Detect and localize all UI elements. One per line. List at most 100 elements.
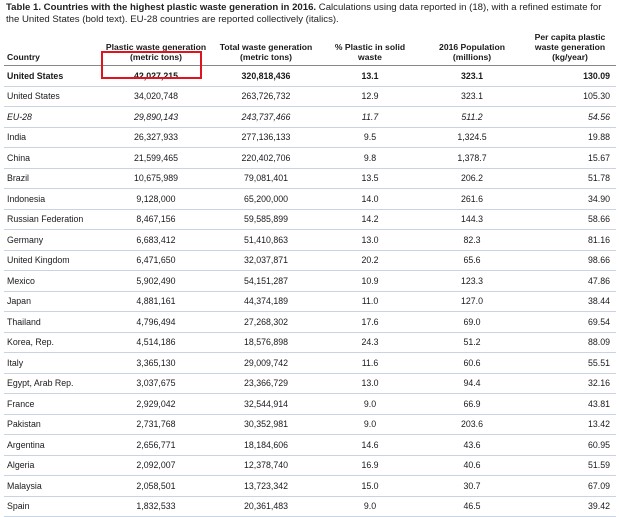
- cell-country: India: [4, 127, 100, 148]
- cell-country: Algeria: [4, 455, 100, 476]
- cell-total-waste: 12,378,740: [212, 455, 320, 476]
- table-row: Italy 3,365,130 29,009,742 11.6 60.6 55.51: [4, 352, 616, 374]
- table-row: Korea, Rep. 4,514,186 18,576,898 24.3 51.2 88…: [4, 332, 616, 353]
- cell-total-waste: 59,585,899: [212, 209, 320, 230]
- cell-percent-plastic: 12.9: [320, 86, 420, 107]
- header-country: Country: [4, 28, 100, 66]
- table-row: Indonesia 9,128,000 65,200,000 14.0 261.6 34.…: [4, 188, 616, 210]
- cell-percent-plastic: 14.0: [320, 188, 420, 210]
- table-row: United States 34,020,748 263,726,732 12.9 32…: [4, 86, 616, 107]
- cell-percent-plastic: 9.0: [320, 414, 420, 435]
- table-row: Spain 1,832,533 20,361,483 9.0 46.5 39.42: [4, 496, 616, 517]
- cell-per-capita: 58.66: [524, 209, 616, 230]
- table-row: United Kingdom 6,471,650 32,037,871 20.2 65.…: [4, 250, 616, 271]
- cell-total-waste: 44,374,189: [212, 291, 320, 312]
- cell-percent-plastic: 9.0: [320, 496, 420, 517]
- cell-total-waste: 79,081,401: [212, 168, 320, 189]
- header-total-waste: Total waste generation (metric tons): [212, 28, 320, 66]
- cell-country: Egypt, Arab Rep.: [4, 373, 100, 394]
- cell-country: Germany: [4, 229, 100, 251]
- cell-plastic-waste: 29,890,143: [100, 106, 212, 128]
- table-row: Japan 4,881,161 44,374,189 11.0 127.0 38.44: [4, 291, 616, 312]
- table-row: Mexico 5,902,490 54,151,287 10.9 123.3 47.86: [4, 270, 616, 292]
- cell-population: 261.6: [420, 188, 524, 210]
- cell-country: China: [4, 147, 100, 169]
- cell-plastic-waste: 6,683,412: [100, 229, 212, 251]
- cell-country: United States: [4, 65, 100, 87]
- cell-per-capita: 54.56: [524, 106, 616, 128]
- cell-country: Brazil: [4, 168, 100, 189]
- cell-country: Mexico: [4, 270, 100, 292]
- cell-plastic-waste: 4,796,494: [100, 311, 212, 333]
- cell-country: Italy: [4, 352, 100, 374]
- cell-population: 51.2: [420, 332, 524, 353]
- cell-percent-plastic: 20.2: [320, 250, 420, 271]
- cell-per-capita: 34.90: [524, 188, 616, 210]
- cell-population: 1,378.7: [420, 147, 524, 169]
- cell-total-waste: 32,037,871: [212, 250, 320, 271]
- cell-plastic-waste: 2,731,768: [100, 414, 212, 435]
- cell-percent-plastic: 13.0: [320, 229, 420, 251]
- cell-plastic-waste: 6,471,650: [100, 250, 212, 271]
- cell-percent-plastic: 13.1: [320, 65, 420, 87]
- cell-percent-plastic: 11.0: [320, 291, 420, 312]
- header-percent-plastic: % Plastic in solid waste: [320, 28, 420, 66]
- table-caption: Table 1. Countries with the highest plas…: [6, 2, 614, 26]
- table-row: France 2,929,042 32,544,914 9.0 66.9 43.81: [4, 393, 616, 415]
- cell-population: 46.5: [420, 496, 524, 517]
- cell-percent-plastic: 9.5: [320, 127, 420, 148]
- cell-percent-plastic: 16.9: [320, 455, 420, 476]
- cell-percent-plastic: 17.6: [320, 311, 420, 333]
- cell-per-capita: 69.54: [524, 311, 616, 333]
- cell-total-waste: 30,352,981: [212, 414, 320, 435]
- table-row: Brazil 10,675,989 79,081,401 13.5 206.2 51.78: [4, 168, 616, 189]
- cell-plastic-waste: 2,092,007: [100, 455, 212, 476]
- cell-plastic-waste: 21,599,465: [100, 147, 212, 169]
- cell-total-waste: 51,410,863: [212, 229, 320, 251]
- highlight-box: [101, 51, 202, 79]
- table-row: India 26,327,933 277,136,133 9.5 1,324.5 19.8…: [4, 127, 616, 148]
- cell-plastic-waste: 4,881,161: [100, 291, 212, 312]
- cell-per-capita: 43.81: [524, 393, 616, 415]
- cell-per-capita: 38.44: [524, 291, 616, 312]
- cell-total-waste: 23,366,729: [212, 373, 320, 394]
- header-population: 2016 Population (millions): [420, 28, 524, 66]
- cell-population: 323.1: [420, 65, 524, 87]
- cell-population: 203.6: [420, 414, 524, 435]
- cell-total-waste: 220,402,706: [212, 147, 320, 169]
- cell-per-capita: 51.59: [524, 455, 616, 476]
- cell-plastic-waste: 26,327,933: [100, 127, 212, 148]
- cell-percent-plastic: 13.5: [320, 168, 420, 189]
- cell-total-waste: 18,576,898: [212, 332, 320, 353]
- cell-population: 60.6: [420, 352, 524, 374]
- table-row: United States 42,027,215 320,818,436 13.1 32…: [4, 65, 616, 87]
- cell-population: 94.4: [420, 373, 524, 394]
- cell-percent-plastic: 15.0: [320, 475, 420, 497]
- cell-population: 43.6: [420, 434, 524, 456]
- cell-plastic-waste: 2,656,771: [100, 434, 212, 456]
- cell-percent-plastic: 9.0: [320, 393, 420, 415]
- cell-total-waste: 29,009,742: [212, 352, 320, 374]
- cell-plastic-waste: 8,467,156: [100, 209, 212, 230]
- caption-title: Table 1. Countries with the highest plas…: [6, 2, 317, 13]
- table-row: Malaysia 2,058,501 13,723,342 15.0 30.7 67.09: [4, 475, 616, 497]
- cell-per-capita: 88.09: [524, 332, 616, 353]
- cell-country: Spain: [4, 496, 100, 517]
- table-body: United States 42,027,215 320,818,436 13.1 32…: [4, 65, 616, 517]
- cell-plastic-waste: 3,365,130: [100, 352, 212, 374]
- cell-total-waste: 20,361,483: [212, 496, 320, 517]
- cell-percent-plastic: 9.8: [320, 147, 420, 169]
- cell-per-capita: 60.95: [524, 434, 616, 456]
- cell-plastic-waste: 34,020,748: [100, 86, 212, 107]
- table-row: Russian Federation 8,467,156 59,585,899 14.…: [4, 209, 616, 230]
- cell-percent-plastic: 13.0: [320, 373, 420, 394]
- cell-total-waste: 65,200,000: [212, 188, 320, 210]
- cell-country: Pakistan: [4, 414, 100, 435]
- cell-total-waste: 32,544,914: [212, 393, 320, 415]
- cell-country: Argentina: [4, 434, 100, 456]
- cell-plastic-waste: 5,902,490: [100, 270, 212, 292]
- cell-population: 206.2: [420, 168, 524, 189]
- cell-population: 144.3: [420, 209, 524, 230]
- cell-country: Russian Federation: [4, 209, 100, 230]
- cell-country: United States: [4, 86, 100, 107]
